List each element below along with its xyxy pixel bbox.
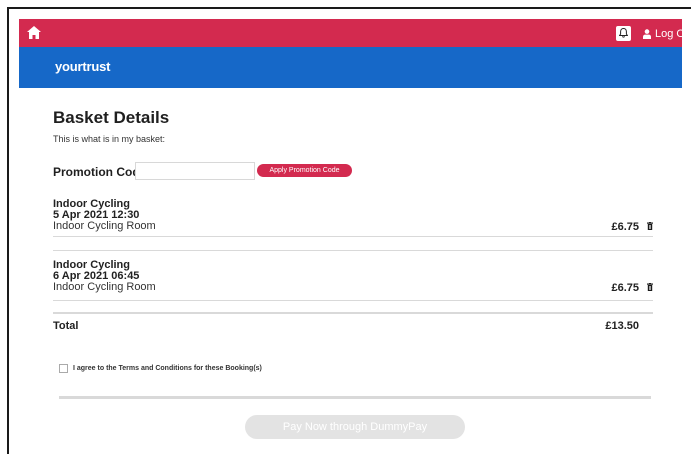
total-value: £13.50 <box>605 320 639 332</box>
trash-icon[interactable] <box>647 283 653 291</box>
pay-now-button[interactable]: Pay Now through DummyPay <box>245 415 465 439</box>
page-title: Basket Details <box>53 108 170 127</box>
apply-promotion-button[interactable]: Apply Promotion Code <box>257 164 352 177</box>
brand-logo[interactable]: yourtrust <box>55 59 110 74</box>
item-divider <box>53 300 653 301</box>
user-icon <box>643 29 651 39</box>
page-subtitle: This is what is in my basket: <box>53 134 166 144</box>
terms-checkbox[interactable] <box>59 364 68 373</box>
total-divider <box>53 312 653 314</box>
top-bar: Log Out <box>19 19 691 47</box>
notifications-button[interactable] <box>616 26 631 41</box>
item-divider <box>53 236 653 237</box>
item-price: £6.75 <box>611 282 639 294</box>
trash-icon[interactable] <box>647 222 653 230</box>
promotion-code-input[interactable] <box>135 162 255 180</box>
item-price: £6.75 <box>611 221 639 233</box>
logout-button[interactable]: Log Out <box>643 27 691 41</box>
bell-icon <box>619 28 628 38</box>
section-divider <box>59 396 651 399</box>
home-icon[interactable] <box>27 26 41 39</box>
item-location: Indoor Cycling Room <box>53 220 156 232</box>
total-label: Total <box>53 320 79 332</box>
item-divider <box>53 250 653 251</box>
logout-label: Log Out <box>655 28 691 40</box>
brand-bar: yourtrust <box>19 47 682 88</box>
item-location: Indoor Cycling Room <box>53 281 156 293</box>
terms-label[interactable]: I agree to the Terms and Conditions for … <box>73 365 262 372</box>
